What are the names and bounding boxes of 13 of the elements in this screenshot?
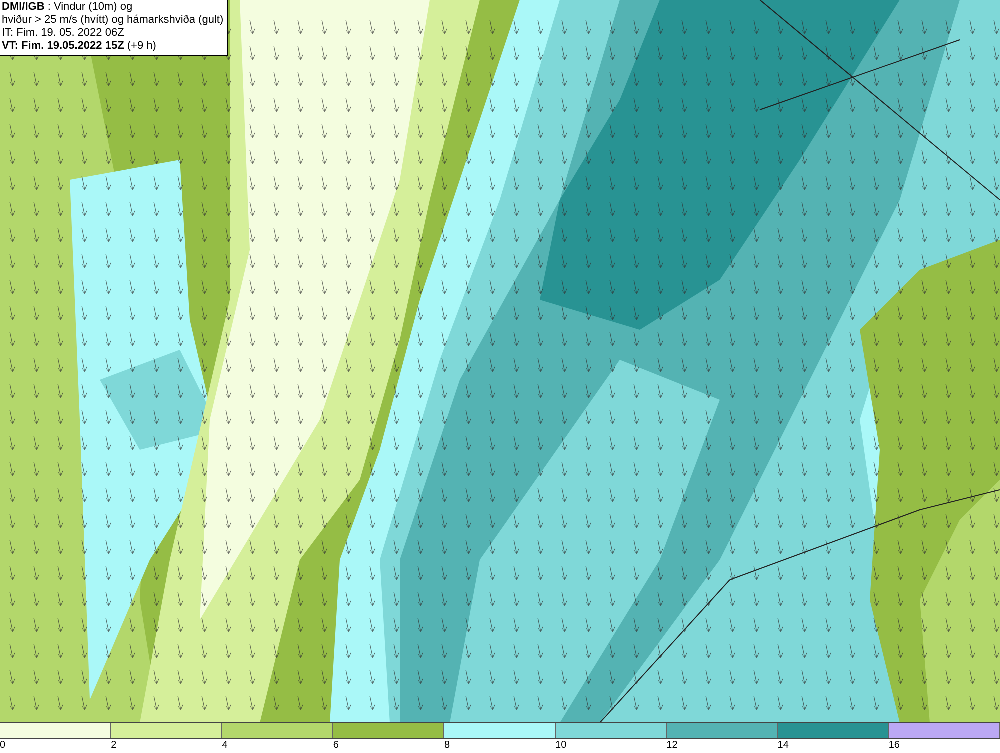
title-line: VT: Fim. 19.05.2022 15Z (+9 h) — [2, 40, 158, 53]
title-line: hviður > 25 m/s (hvítt) og hámarkshviða (gult) — [2, 14, 224, 27]
legend-label: 4 — [222, 739, 228, 753]
legend-label: 2 — [111, 739, 117, 753]
legend-label: 0 — [0, 739, 6, 753]
legend-label: 12 — [666, 739, 678, 753]
legend-label: 6 — [333, 739, 339, 753]
title-line: IT: Fim. 19. 05. 2022 06Z — [2, 27, 126, 40]
legend-label: 14 — [778, 739, 789, 753]
title-line: DMI/IGB : Vindur (10m) og — [2, 1, 134, 14]
legend-label: 10 — [556, 739, 567, 753]
legend-label: 16 — [888, 739, 900, 753]
legend-label: 8 — [444, 739, 450, 753]
